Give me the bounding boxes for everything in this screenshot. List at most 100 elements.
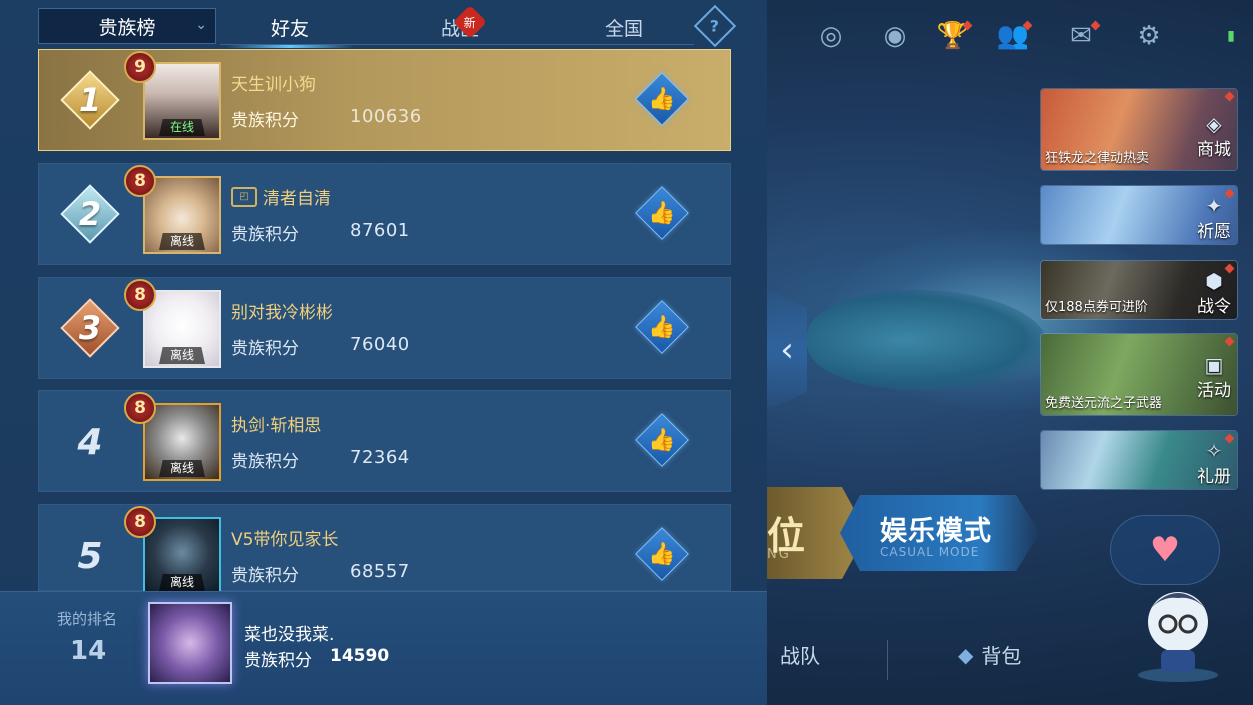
player-avatar[interactable]: 在线 9 <box>124 51 221 140</box>
leaderboard-row[interactable]: 5 离线 8 V5带你见家长 贵族积分 68557 👍 <box>38 504 731 595</box>
banner-caption: 仅188点券可进阶 <box>1045 300 1148 315</box>
casual-mode-button[interactable]: 娱乐模式 CASUAL MODE <box>840 495 1040 571</box>
player-name: 别对我冷彬彬 <box>231 303 333 323</box>
banner-gift-book[interactable]: ✧ 礼册 <box>1040 430 1238 490</box>
nav-team[interactable]: 战队 <box>780 640 820 669</box>
score-label: 贵族积分 <box>231 225 299 245</box>
target-icon[interactable]: ◎ <box>811 16 851 56</box>
banner-event[interactable]: 免费送元流之子武器 ▣ 活动 <box>1040 333 1238 416</box>
like-button[interactable]: 👍 <box>635 300 689 354</box>
leaderboard-row[interactable]: 3 离线 8 别对我冷彬彬 贵族积分 76040 👍 <box>38 277 731 379</box>
nav-divider <box>887 640 888 680</box>
guild-icon: ◰ <box>231 186 257 207</box>
offline-status: 离线 <box>159 574 205 591</box>
my-rank-bar: 我的排名 14 菜也没我菜. 贵族积分 14590 <box>0 591 767 705</box>
banner-tag: ▣ 活动 <box>1197 353 1231 401</box>
leaderboard-tabbar: 贵族榜 ⌄ 好友 战区 新 全国 ? <box>38 4 737 48</box>
mail-icon[interactable]: ✉ <box>1061 16 1101 56</box>
friends-icon[interactable]: 👥 <box>993 16 1033 56</box>
score-label: 贵族积分 <box>231 339 299 359</box>
chevron-down-icon: ⌄ <box>195 17 207 33</box>
banner-shop[interactable]: 狂铁龙之律动热卖 ◈ 商城 <box>1040 88 1238 171</box>
player-name: V5带你见家长 <box>231 530 339 550</box>
rank-medal-gold: 1 <box>57 67 123 133</box>
banner-wish[interactable]: ✦ 祈愿 <box>1040 185 1238 245</box>
score-value: 72364 <box>350 447 410 468</box>
banner-tag: ◈ 商城 <box>1197 112 1231 160</box>
heart-bubble[interactable]: ♥ <box>1110 515 1220 585</box>
tab-national[interactable]: 全国 <box>560 8 688 46</box>
trophy-icon[interactable]: 🏆 <box>933 16 973 56</box>
player-name: 天生训小狗 <box>231 75 316 95</box>
offline-status: 离线 <box>159 233 205 250</box>
player-avatar[interactable]: 离线 8 <box>124 279 221 368</box>
offline-status: 离线 <box>159 347 205 364</box>
like-button[interactable]: 👍 <box>635 186 689 240</box>
player-avatar[interactable]: 离线 8 <box>124 392 221 481</box>
like-button[interactable]: 👍 <box>635 527 689 581</box>
collapse-panel-button[interactable]: ‹ <box>767 290 807 410</box>
battle-pass-icon: ⬢ <box>1205 269 1223 293</box>
noble-level-badge: 8 <box>121 162 159 200</box>
bag-label: 背包 <box>981 644 1022 668</box>
my-rank-label: 我的排名 <box>57 610 118 628</box>
banner-tag: ⬢ 战令 <box>1197 269 1231 317</box>
banner-caption: 狂铁龙之律动热卖 <box>1045 151 1150 166</box>
player-name: 执剑·斩相思 <box>231 416 322 436</box>
noble-level-badge: 8 <box>121 503 159 541</box>
board-type-label: 贵族榜 <box>98 16 156 39</box>
banner-tag: ✧ 礼册 <box>1197 439 1231 487</box>
avatar-image <box>150 604 230 682</box>
wifi-battery-icon: ▮ <box>1227 28 1235 44</box>
chevron-left-icon: ‹ <box>780 330 794 370</box>
thumbs-up-icon: 👍 <box>648 86 676 112</box>
mascot-character[interactable] <box>1133 578 1223 683</box>
eye-icon[interactable]: ◉ <box>875 16 915 56</box>
board-type-dropdown[interactable]: 贵族榜 ⌄ <box>38 8 216 44</box>
offline-status: 离线 <box>159 460 205 477</box>
gear-icon[interactable]: ⚙ <box>1129 16 1169 56</box>
rank-medal-silver: 2 <box>57 181 123 247</box>
heart-icon: ♥ <box>1149 530 1181 570</box>
leaderboard-row[interactable]: 4 离线 8 执剑·斩相思 贵族积分 72364 👍 <box>38 390 731 492</box>
rank-number: 3 <box>78 309 102 347</box>
rank-medal-bronze: 3 <box>57 295 123 361</box>
leaderboard-row[interactable]: 2 离线 8 ◰ 清者自清 贵族积分 87601 👍 <box>38 163 731 265</box>
event-icon: ▣ <box>1204 353 1224 377</box>
my-rank-number: 14 <box>70 636 107 666</box>
casual-mode-subtitle: CASUAL MODE <box>880 545 980 559</box>
player-avatar[interactable]: 离线 8 <box>124 165 221 254</box>
tab-friends[interactable]: 好友 <box>226 8 354 48</box>
score-value: 100636 <box>350 106 422 127</box>
rank-number: 4 <box>77 421 103 463</box>
leaderboard-row[interactable]: 1 在线 9 天生训小狗 贵族积分 100636 👍 <box>38 49 731 151</box>
rank-number: 1 <box>78 81 102 119</box>
like-button[interactable]: 👍 <box>635 413 689 467</box>
nav-bag[interactable]: ◆ 背包 <box>958 640 1021 669</box>
like-button[interactable]: 👍 <box>635 72 689 126</box>
my-score-value: 14590 <box>330 646 390 666</box>
banner-tag: ✦ 祈愿 <box>1197 194 1231 242</box>
thumbs-up-icon: 👍 <box>648 427 676 453</box>
thumbs-up-icon: 👍 <box>648 200 676 226</box>
banner-battle-pass[interactable]: 仅188点券可进阶 ⬢ 战令 <box>1040 260 1238 320</box>
noble-level-badge: 9 <box>121 48 159 86</box>
help-button[interactable]: ? <box>693 4 737 48</box>
thumbs-up-icon: 👍 <box>648 314 676 340</box>
score-value: 68557 <box>350 561 410 582</box>
my-avatar[interactable] <box>148 602 232 684</box>
leaderboard-panel: 贵族榜 ⌄ 好友 战区 新 全国 ? 1 在线 9 天生训小 <box>0 0 767 705</box>
tab-region[interactable]: 战区 新 <box>396 5 524 46</box>
player-name: ◰ 清者自清 <box>231 184 331 209</box>
my-player-name: 菜也没我菜. <box>244 625 335 645</box>
score-value: 76040 <box>350 334 410 355</box>
score-value: 87601 <box>350 220 410 241</box>
question-icon: ? <box>710 16 720 36</box>
player-avatar[interactable]: 离线 8 <box>124 506 221 595</box>
score-label: 贵族积分 <box>231 566 299 586</box>
score-label: 贵族积分 <box>231 111 299 131</box>
banner-caption: 免费送元流之子武器 <box>1045 396 1163 411</box>
thumbs-up-icon: 👍 <box>648 541 676 567</box>
noble-level-badge: 8 <box>121 389 159 427</box>
shop-icon: ◈ <box>1206 112 1222 136</box>
